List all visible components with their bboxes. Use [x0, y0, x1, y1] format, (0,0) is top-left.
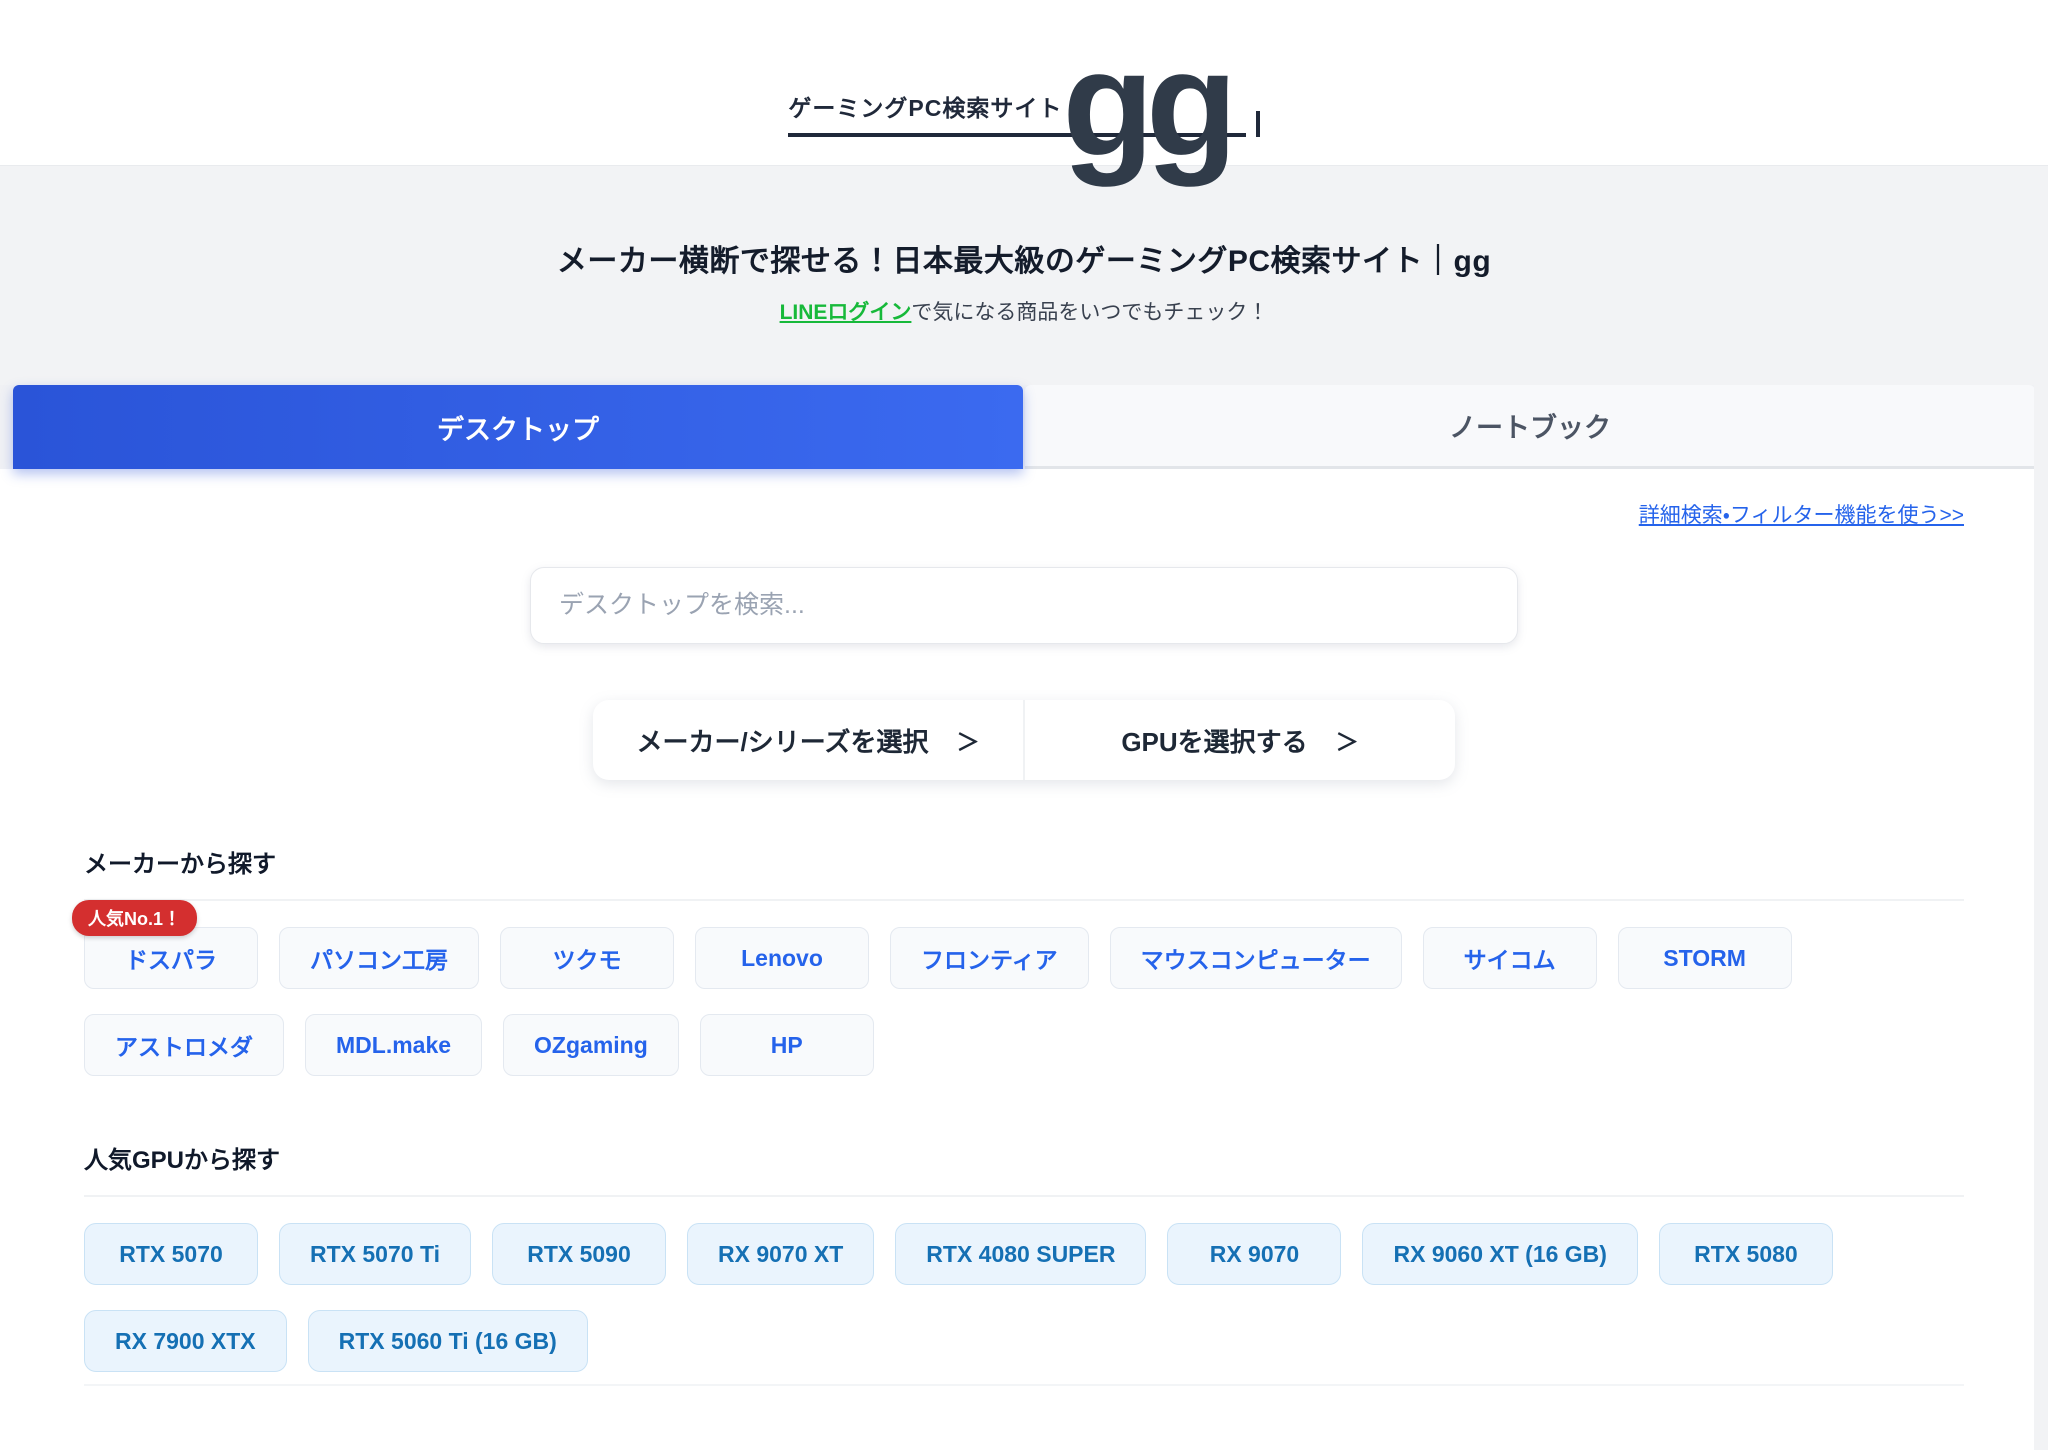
maker-chip-list: 人気No.1！ ドスパラパソコン工房ツクモLenovoフロンティアマウスコンピュ… — [84, 927, 1964, 1076]
line-login-row: LINEログインで気になる商品をいつでもチェック！ — [0, 296, 2048, 326]
maker-chip[interactable]: ツクモ — [500, 927, 674, 989]
search-row — [0, 567, 2048, 644]
gpu-chip[interactable]: RX 9070 XT — [687, 1223, 874, 1285]
gpu-chip[interactable]: RTX 5060 Ti (16 GB) — [308, 1310, 588, 1372]
gpu-chip[interactable]: RTX 4080 SUPER — [895, 1223, 1146, 1285]
maker-section-heading: メーカーから探す — [84, 844, 1964, 879]
chevron-right-icon: ＞ — [956, 723, 979, 757]
gpu-chip[interactable]: RX 9060 XT (16 GB) — [1362, 1223, 1637, 1285]
selector-buttons: メーカー/シリーズを選択 ＞ GPUを選択する ＞ — [593, 700, 1455, 780]
section-divider — [84, 1195, 1964, 1197]
logo-underline: ゲーミングPC検索サイト gg — [788, 28, 1245, 137]
maker-chip[interactable]: OZgaming — [503, 1014, 679, 1076]
page-title: メーカー横断で探せる！日本最大級のゲーミングPC検索サイト｜gg — [0, 166, 2048, 280]
scrollbar[interactable] — [2034, 166, 2048, 1450]
line-login-suffix: で気になる商品をいつでもチェック！ — [911, 301, 1268, 324]
maker-chip[interactable]: STORM — [1618, 927, 1792, 989]
tab-desktop[interactable]: デスクトップ — [13, 385, 1023, 469]
maker-series-select-label: メーカー/シリーズを選択 — [637, 722, 929, 759]
gpu-section-heading: 人気GPUから探す — [84, 1140, 1964, 1175]
gpu-chip[interactable]: RTX 5090 — [492, 1223, 666, 1285]
gpu-chip[interactable]: RTX 5070 — [84, 1223, 258, 1285]
gpu-chip[interactable]: RTX 5080 — [1659, 1223, 1833, 1285]
tab-notebook[interactable]: ノートブック — [1025, 385, 2035, 469]
filter-link-row: 詳細検索・フィルター機能を使う>> — [0, 469, 2048, 529]
maker-chip[interactable]: MDL.make — [305, 1014, 482, 1076]
logo-tick-mark — [1256, 111, 1260, 137]
advanced-filter-link[interactable]: 詳細検索・フィルター機能を使う>> — [1639, 504, 1964, 527]
search-input[interactable] — [530, 567, 1518, 644]
maker-series-select-button[interactable]: メーカー/シリーズを選択 ＞ — [593, 700, 1023, 780]
gpu-chip[interactable]: RTX 5070 Ti — [279, 1223, 471, 1285]
category-tabs: デスクトップ ノートブック — [0, 385, 2048, 469]
next-section-edge — [84, 1384, 1964, 1386]
gpu-chip[interactable]: RX 9070 — [1167, 1223, 1341, 1285]
site-logo[interactable]: ゲーミングPC検索サイト gg — [788, 28, 1259, 137]
gpu-select-button[interactable]: GPUを選択する ＞ — [1023, 700, 1455, 780]
gpu-chip-list: RTX 5070 RTX 5070 Ti RTX 5090 RX 9070 XT RTX… — [84, 1223, 1964, 1372]
gpu-select-label: GPUを選択する — [1121, 722, 1307, 759]
logo-tagline: ゲーミングPC検索サイト — [788, 89, 1062, 133]
maker-chip[interactable]: HP — [700, 1014, 874, 1076]
maker-chip[interactable]: フロンティア — [890, 927, 1089, 989]
chevron-right-icon: ＞ — [1336, 723, 1359, 757]
line-login-link[interactable]: LINEログイン — [780, 301, 912, 324]
logo-brand: gg — [1062, 28, 1229, 178]
maker-chip[interactable]: パソコン工房 — [279, 927, 479, 989]
maker-chip[interactable]: サイコム — [1423, 927, 1597, 989]
popularity-no1-badge: 人気No.1！ — [72, 900, 197, 936]
maker-chip[interactable]: マウスコンピューター — [1110, 927, 1402, 989]
gpu-chip[interactable]: RX 7900 XTX — [84, 1310, 287, 1372]
maker-chip[interactable]: Lenovo — [695, 927, 869, 989]
section-divider — [84, 899, 1964, 901]
page-header: メーカー横断で探せる！日本最大級のゲーミングPC検索サイト｜gg LINEログイ… — [0, 166, 2048, 385]
top-logo-bar: ゲーミングPC検索サイト gg — [0, 0, 2048, 166]
main-content: 詳細検索・フィルター機能を使う>> メーカー/シリーズを選択 ＞ GPUを選択す… — [0, 469, 2048, 1386]
selector-row: メーカー/シリーズを選択 ＞ GPUを選択する ＞ — [0, 700, 2048, 780]
maker-chip[interactable]: ドスパラ — [84, 927, 258, 989]
maker-chip[interactable]: アストロメダ — [84, 1014, 284, 1076]
